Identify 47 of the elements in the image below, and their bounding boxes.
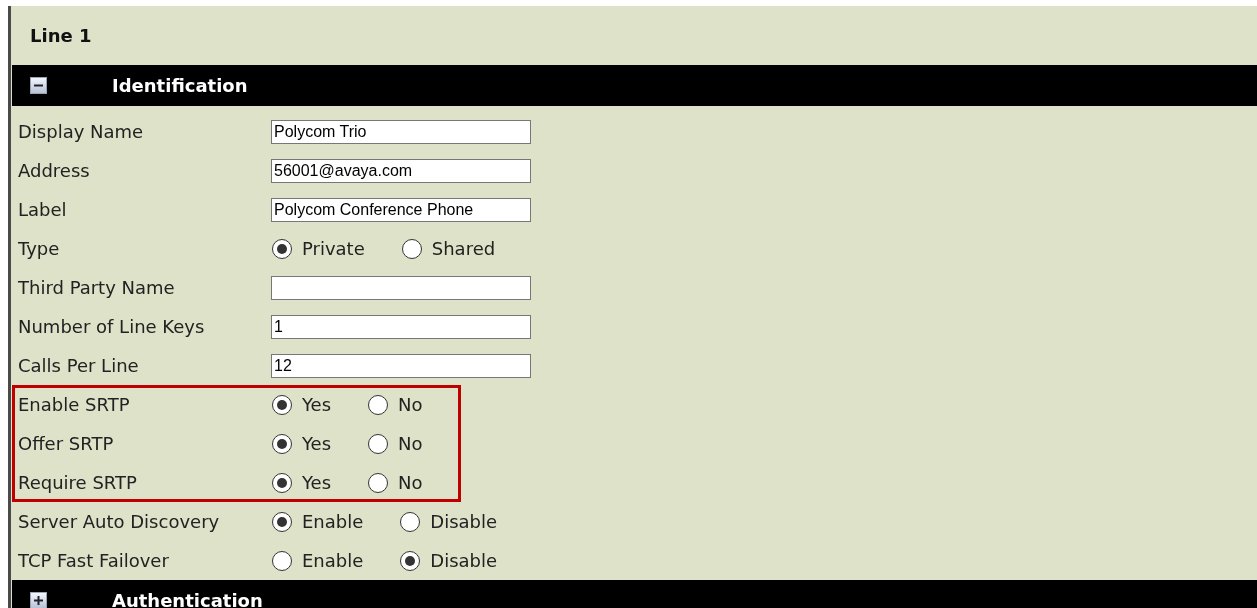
radio-button[interactable]	[272, 433, 292, 454]
field-label: Type	[18, 238, 61, 259]
radio-button[interactable]	[272, 394, 292, 415]
field-label: Display Name	[18, 121, 145, 142]
field-label: TCP Fast Failover	[18, 550, 170, 571]
text-field[interactable]: Polycom Trio	[271, 119, 531, 144]
field-label: Third Party Name	[18, 277, 176, 298]
option-label: Disable	[430, 550, 498, 571]
field-label: Calls Per Line	[18, 355, 140, 376]
collapse-icon[interactable]	[30, 77, 47, 94]
text-field[interactable]: 12	[271, 353, 531, 378]
text-field[interactable]	[271, 275, 531, 300]
option-label: No	[398, 433, 423, 454]
text-field[interactable]: 1	[271, 314, 531, 339]
radio-button[interactable]	[272, 511, 292, 532]
radio-button[interactable]	[401, 238, 422, 259]
radio-button[interactable]	[272, 550, 292, 571]
option-label: Disable	[430, 511, 498, 532]
radio-button[interactable]	[400, 550, 421, 571]
option-label: Shared	[431, 238, 496, 259]
radio-button[interactable]	[272, 472, 292, 493]
field-label: Enable SRTP	[18, 394, 131, 415]
field-label: Address	[18, 160, 91, 181]
text-field[interactable]: Polycom Conference Phone	[271, 197, 531, 222]
option-label: No	[398, 472, 423, 493]
field-label: Server Auto Discovery	[18, 511, 221, 532]
section-title: Identification	[112, 75, 248, 96]
option-label: Yes	[302, 394, 332, 415]
radio-button[interactable]	[272, 238, 292, 259]
field-label: Label	[18, 199, 68, 220]
radio-button[interactable]	[368, 433, 389, 454]
option-label: Yes	[302, 433, 332, 454]
text-field[interactable]: 56001@avaya.com	[271, 158, 531, 183]
field-label: Offer SRTP	[18, 433, 115, 454]
field-label: Require SRTP	[18, 472, 138, 493]
section-title: Authentication	[112, 590, 263, 608]
option-label: No	[398, 394, 423, 415]
radio-button[interactable]	[368, 472, 389, 493]
expand-icon[interactable]	[30, 592, 47, 608]
radio-button[interactable]	[368, 394, 389, 415]
option-label: Enable	[302, 550, 364, 571]
field-label: Number of Line Keys	[18, 316, 206, 337]
option-label: Yes	[302, 472, 332, 493]
option-label: Private	[302, 238, 365, 259]
page-title: Line 1	[29, 24, 93, 46]
option-label: Enable	[302, 511, 364, 532]
radio-button[interactable]	[400, 511, 421, 532]
